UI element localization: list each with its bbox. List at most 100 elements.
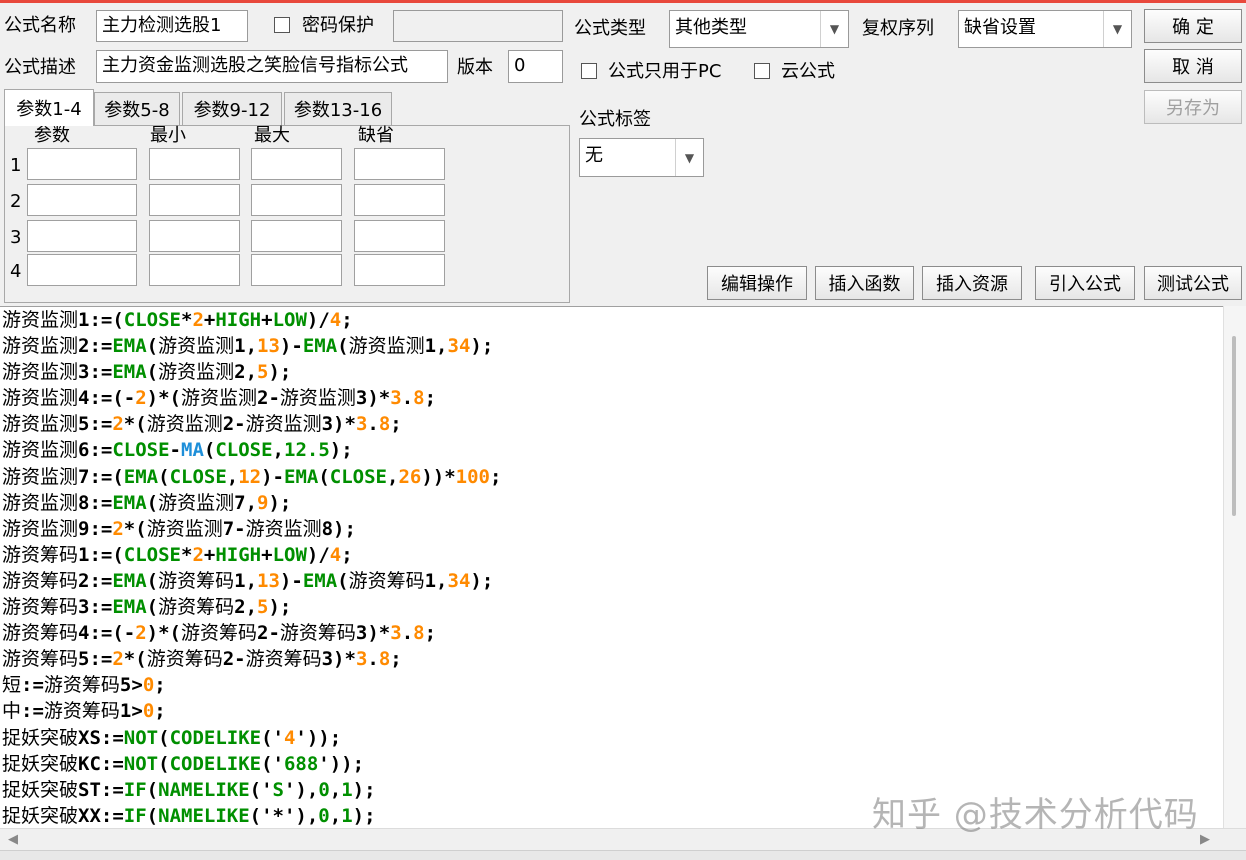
code-token: 0 [142,700,155,723]
code-token: EMA [284,465,319,488]
vertical-scrollbar[interactable] [1223,306,1246,828]
param-max-input[interactable] [251,184,342,216]
password-protect-checkbox[interactable] [274,17,290,33]
code-line: 游资筹码3:=EMA(游资筹码2,5); [0,594,1223,620]
code-token: 游资筹码 [158,596,235,619]
param-max-input[interactable] [251,254,342,286]
code-token: EMA [112,596,147,619]
chevron-down-icon[interactable]: ▼ [675,139,703,176]
rights-series-select[interactable]: 缺省设置 ▼ [958,10,1132,48]
chevron-down-icon[interactable]: ▼ [820,11,848,47]
param-name-input[interactable] [27,184,137,216]
cloud-formula-checkbox[interactable] [754,63,770,79]
code-token: 0 [142,674,155,697]
window-top-border [0,0,1246,3]
scroll-right-icon[interactable]: ▶ [1200,832,1210,847]
code-token: )/ [306,309,330,331]
code-token: IF [123,778,147,801]
tab-params-1-4[interactable]: 参数1-4 [4,89,94,126]
param-max-input[interactable] [251,148,342,180]
code-token: 游资监测 [2,465,79,488]
import-formula-button[interactable]: 引入公式 [1035,266,1135,300]
ok-button[interactable]: 确 定 [1144,9,1242,43]
scrollbar-thumb[interactable] [1232,336,1236,516]
code-line: 游资筹码4:=(-2)*(游资筹码2-游资筹码3)*3.8; [0,620,1223,646]
rights-series-value: 缺省设置 [964,17,1036,38]
code-token: 13 [257,335,280,358]
code-token: ( [158,726,170,749]
code-token: ( [146,361,159,384]
code-token: 1, [234,569,258,592]
chevron-down-icon[interactable]: ▼ [1103,11,1131,47]
code-line: 游资监测9:=2*(游资监测7-游资监测8); [0,516,1223,542]
param-default-input[interactable] [354,184,445,216]
code-token: ( [203,439,216,462]
code-token: , [272,439,284,462]
version-label: 版本 [457,57,493,78]
pc-only-checkbox[interactable] [581,63,597,79]
code-token: 2 [192,309,204,331]
code-token: 8:= [78,491,113,514]
param-name-input[interactable] [27,254,137,286]
code-token: CLOSE [123,543,181,566]
code-token: 100 [455,465,490,488]
scroll-left-icon[interactable]: ◀ [8,832,18,847]
code-token: 游资监测 [245,517,322,540]
code-token: 1, [424,569,448,592]
param-default-input[interactable] [354,254,445,286]
code-token: ( [337,569,349,592]
code-token: 游资监测 [2,413,79,436]
code-token: 0 [318,778,330,801]
code-token: 3)* [321,648,356,671]
code-token: 2 [112,517,124,540]
code-token: HIGH [215,543,262,566]
param-max-input[interactable] [251,220,342,252]
password-protect-label: 密码保护 [302,15,374,36]
tab-params-5-8[interactable]: 参数5-8 [94,92,180,125]
param-name-input[interactable] [27,220,137,252]
code-token: + [261,543,273,566]
formula-name-input[interactable]: 主力检测选股1 [96,10,248,42]
code-token: ( [158,752,170,775]
status-bar [0,850,1246,860]
code-token: EMA [302,569,338,592]
code-token: 2:= [78,569,113,592]
tab-params-9-12[interactable]: 参数9-12 [182,92,282,125]
edit-operations-button[interactable]: 编辑操作 [707,266,807,300]
code-token: ; [341,309,353,331]
formula-tag-select[interactable]: 无 ▼ [579,138,704,177]
formula-type-label: 公式类型 [574,18,646,39]
password-input[interactable] [393,10,563,42]
code-token: ( [146,804,159,827]
param-min-input[interactable] [149,184,240,216]
code-token: 12 [238,465,262,488]
param-default-input[interactable] [354,220,445,252]
version-input[interactable]: 0 [508,50,563,83]
tab-params-13-16[interactable]: 参数13-16 [284,92,392,125]
param-min-input[interactable] [149,220,240,252]
insert-resource-button[interactable]: 插入资源 [922,266,1022,300]
save-as-button[interactable]: 另存为 [1144,90,1242,124]
code-token: 34 [447,569,471,592]
param-name-input[interactable] [27,148,137,180]
formula-code-editor[interactable]: 游资监测1:=(CLOSE*2+HIGH+LOW)/4; 游资监测2:=EMA(游… [0,306,1223,828]
code-token: )*( [146,387,181,410]
formula-type-select[interactable]: 其他类型 ▼ [669,10,849,48]
formula-desc-input[interactable]: 主力资金监测选股之笑脸信号指标公式 [96,50,448,83]
code-token: ; [154,700,166,723]
insert-function-button[interactable]: 插入函数 [815,266,914,300]
param-header-max: 最大 [254,125,290,146]
code-token: 3 [390,622,402,645]
code-token: ( [146,596,159,619]
code-token: ); [470,569,494,592]
param-default-input[interactable] [354,148,445,180]
code-token: XS:= [78,726,124,749]
test-formula-button[interactable]: 测试公式 [1144,266,1242,300]
code-token: 游资监测 [348,335,425,358]
cancel-button[interactable]: 取 消 [1144,49,1242,83]
param-min-input[interactable] [149,254,240,286]
code-token: 2:= [78,335,113,358]
cloud-formula-label: 云公式 [781,61,835,82]
code-token: 游资筹码 [2,543,79,566]
param-min-input[interactable] [149,148,240,180]
